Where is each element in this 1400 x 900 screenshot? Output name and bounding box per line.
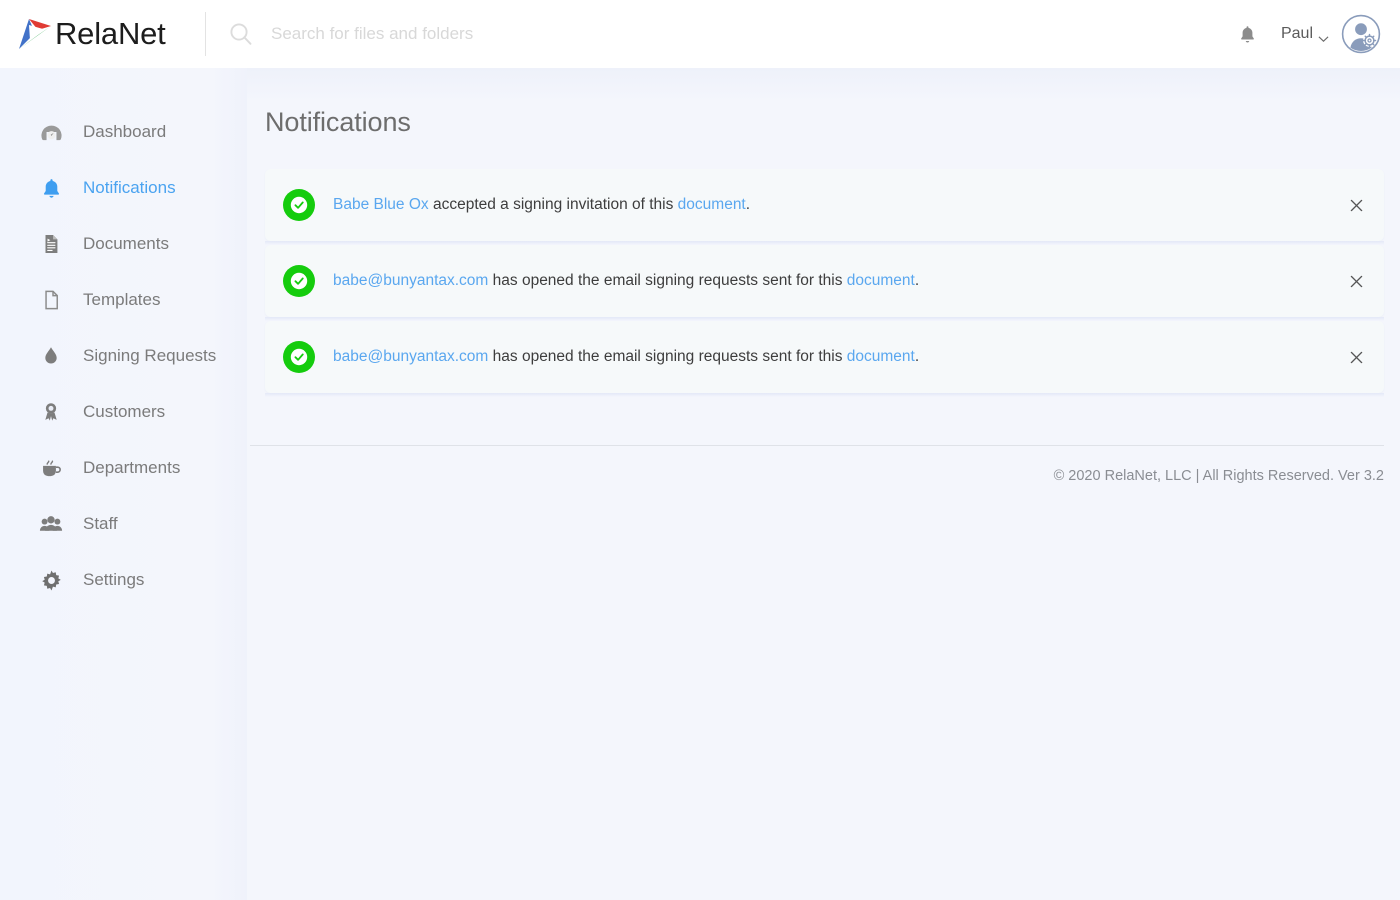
footer: © 2020 RelaNet, LLC | All Rights Reserve…: [250, 445, 1384, 485]
notification-row[interactable]: babe@bunyantax.com has opened the email …: [265, 245, 1384, 321]
sidebar-item-label: Templates: [83, 290, 161, 309]
notifications-list: Babe Blue Ox accepted a signing invitati…: [247, 169, 1400, 397]
relanet-triangle-logo-icon: [16, 17, 54, 51]
app-header: RelaNet Paul: [0, 0, 1400, 68]
sidebar-item-label: Customers: [83, 402, 166, 421]
award-medal-icon: [36, 397, 66, 427]
document-lines-icon: [36, 229, 66, 259]
notification-message: babe@bunyantax.com has opened the email …: [333, 346, 919, 368]
sidebar-item-label: Staff: [83, 514, 118, 533]
sidebar-item-settings[interactable]: Settings: [0, 552, 247, 608]
sidebar-item-dashboard[interactable]: Dashboard: [0, 104, 247, 160]
sidebar: Dashboard Notifications Documents Templa…: [0, 68, 247, 900]
check-circle-icon: [283, 189, 315, 221]
notification-actor-link[interactable]: babe@bunyantax.com: [333, 272, 488, 289]
notification-middle-text: has opened the email signing requests se…: [488, 348, 847, 366]
user-menu-button[interactable]: Paul: [1281, 25, 1329, 43]
sidebar-item-templates[interactable]: Templates: [0, 272, 247, 328]
notification-actor-link[interactable]: Babe Blue Ox: [333, 196, 429, 213]
people-group-icon: [36, 509, 66, 539]
close-icon[interactable]: [1345, 194, 1367, 216]
notification-row[interactable]: Babe Blue Ox accepted a signing invitati…: [265, 169, 1384, 245]
notification-row[interactable]: babe@bunyantax.com has opened the email …: [265, 321, 1384, 397]
close-icon[interactable]: [1345, 346, 1367, 368]
header-actions: Paul: [1233, 0, 1400, 68]
notifications-bell-button[interactable]: [1233, 19, 1263, 49]
sidebar-item-departments[interactable]: Departments: [0, 440, 247, 496]
gear-icon: [36, 565, 66, 595]
sidebar-item-label: Documents: [83, 234, 169, 253]
notification-middle-text: has opened the email signing requests se…: [488, 272, 847, 290]
brand-logo[interactable]: RelaNet: [0, 0, 192, 68]
brand-name: RelaNet: [55, 16, 166, 51]
notification-tail-text: .: [914, 348, 920, 366]
search-icon: [228, 21, 254, 47]
sidebar-item-label: Departments: [83, 458, 181, 477]
bell-icon: [36, 173, 66, 203]
sidebar-item-label: Notifications: [83, 178, 176, 197]
chevron-down-icon: [1318, 30, 1329, 42]
main-content: Notifications Babe Blue Ox accepted a si…: [247, 68, 1400, 900]
dashboard-gauge-icon: [36, 117, 66, 147]
check-circle-icon: [283, 341, 315, 373]
notification-tail-text: .: [914, 272, 920, 290]
notification-actor-link[interactable]: babe@bunyantax.com: [333, 348, 488, 365]
search-bar[interactable]: [206, 0, 1233, 68]
page-title: Notifications: [265, 107, 411, 137]
notification-middle-text: accepted a signing invitation of this: [428, 196, 678, 214]
user-name-label: Paul: [1280, 25, 1313, 42]
sidebar-item-customers[interactable]: Customers: [0, 384, 247, 440]
close-icon[interactable]: [1345, 270, 1367, 292]
avatar[interactable]: [1341, 14, 1381, 54]
notification-tail-text: .: [745, 196, 751, 214]
blank-page-icon: [36, 285, 66, 315]
sidebar-item-label: Dashboard: [83, 122, 167, 141]
droplet-icon: [36, 341, 66, 371]
sidebar-item-staff[interactable]: Staff: [0, 496, 247, 552]
sidebar-item-label: Signing Requests: [83, 346, 217, 365]
coffee-cup-icon: [36, 453, 66, 483]
footer-copyright: © 2020 RelaNet, LLC | All Rights Reserve…: [1053, 468, 1384, 484]
notification-document-link[interactable]: document: [678, 196, 746, 213]
sidebar-item-label: Settings: [83, 570, 145, 589]
check-circle-icon: [283, 265, 315, 297]
sidebar-item-signing-requests[interactable]: Signing Requests: [0, 328, 247, 384]
search-input[interactable]: [271, 17, 871, 51]
notification-message: Babe Blue Ox accepted a signing invitati…: [333, 194, 750, 216]
notification-message: babe@bunyantax.com has opened the email …: [333, 270, 919, 292]
sidebar-item-notifications[interactable]: Notifications: [0, 160, 247, 216]
sidebar-item-documents[interactable]: Documents: [0, 216, 247, 272]
notification-document-link[interactable]: document: [847, 272, 915, 289]
notification-document-link[interactable]: document: [847, 348, 915, 365]
